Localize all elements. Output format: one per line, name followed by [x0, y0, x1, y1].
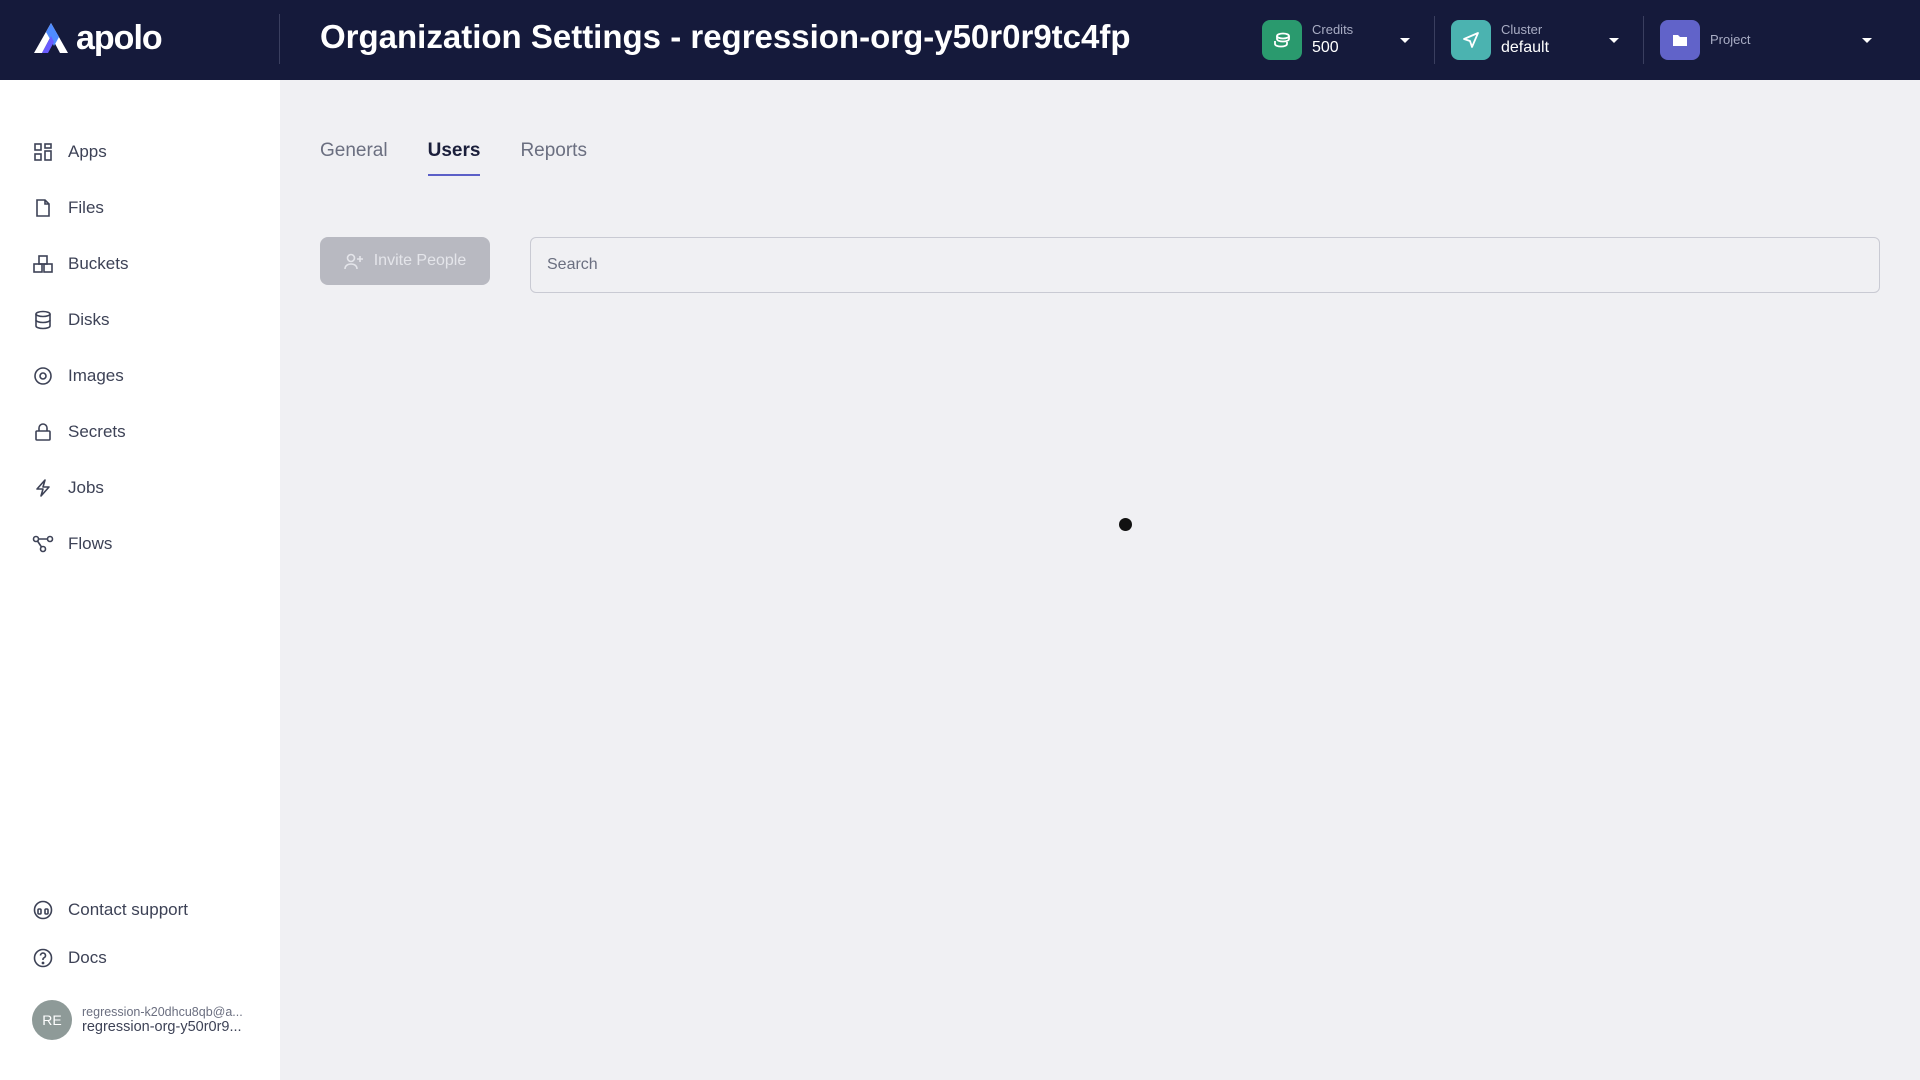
sidebar-item-flows[interactable]: Flows	[32, 528, 112, 560]
sidebar-item-secrets[interactable]: Secrets	[32, 416, 126, 448]
apolo-logo[interactable]: apolo	[32, 18, 163, 58]
chevron-down-icon	[1400, 38, 1410, 43]
avatar: RE	[32, 1000, 72, 1040]
apolo-logo-icon	[34, 23, 68, 53]
sidebar-item-images[interactable]: Images	[32, 360, 124, 392]
lightning-icon	[32, 477, 54, 499]
tab-users[interactable]: Users	[427, 140, 480, 176]
project-label: Project	[1710, 32, 1751, 47]
sidebar-item-files[interactable]: Files	[32, 192, 104, 224]
sidebar-item-label: Secrets	[68, 422, 126, 441]
contact-support-label: Contact support	[68, 900, 189, 919]
sidebar-item-label: Flows	[68, 534, 113, 553]
headset-icon	[32, 899, 54, 921]
add-user-icon	[343, 253, 363, 270]
cluster-label: Cluster	[1501, 22, 1543, 37]
header-divider	[1643, 16, 1644, 64]
invite-people-label: Invite People	[373, 252, 467, 269]
flow-icon	[32, 533, 54, 555]
sidebar-item-label: Jobs	[68, 478, 104, 497]
sidebar-item-label: Disks	[68, 310, 110, 329]
credits-value: 500	[1312, 39, 1339, 56]
sidebar-item-apps[interactable]: Apps	[32, 136, 107, 168]
sidebar-item-disks[interactable]: Disks	[32, 304, 110, 336]
chevron-down-icon	[1862, 38, 1872, 43]
header-divider	[279, 14, 280, 64]
sidebar: Apps Files Buckets Disks Images Secrets …	[0, 80, 280, 1080]
chevron-down-icon	[1609, 38, 1619, 43]
lock-icon	[32, 421, 54, 443]
buckets-icon	[32, 253, 54, 275]
help-circle-icon	[32, 947, 54, 969]
sidebar-item-label: Files	[68, 198, 104, 217]
apps-grid-icon	[32, 141, 54, 163]
tab-reports[interactable]: Reports	[520, 140, 587, 176]
cluster-value: default	[1501, 39, 1550, 56]
docs-link[interactable]: Docs	[32, 942, 107, 974]
page-title: Organization Settings - regression-org-y…	[320, 18, 1131, 55]
header-divider	[1434, 16, 1435, 64]
docs-label: Docs	[68, 948, 107, 967]
folder-icon	[1660, 20, 1700, 60]
invite-people-button[interactable]: Invite People	[320, 237, 490, 285]
sidebar-item-jobs[interactable]: Jobs	[32, 472, 104, 504]
sidebar-item-label: Apps	[68, 142, 107, 161]
settings-tabs: General Users Reports	[320, 140, 587, 176]
sidebar-item-label: Buckets	[68, 254, 129, 273]
cluster-selector[interactable]: Cluster default	[1451, 18, 1621, 62]
user-org: regression-org-y50r0r9...	[82, 1019, 242, 1035]
image-disc-icon	[32, 365, 54, 387]
credits-label: Credits	[1312, 22, 1354, 37]
user-account-menu[interactable]: RE regression-k20dhcu8qb@a... regression…	[32, 1000, 252, 1040]
contact-support-link[interactable]: Contact support	[32, 894, 188, 926]
project-selector[interactable]: Project	[1660, 18, 1874, 62]
sidebar-item-label: Images	[68, 366, 124, 385]
loading-spinner	[1119, 518, 1132, 531]
logo-text: apolo	[76, 18, 163, 57]
search-input[interactable]	[530, 237, 1880, 293]
coins-icon	[1262, 20, 1302, 60]
file-icon	[32, 197, 54, 219]
database-icon	[32, 309, 54, 331]
top-header: apolo Organization Settings - regression…	[0, 0, 1920, 80]
sidebar-item-buckets[interactable]: Buckets	[32, 248, 128, 280]
send-icon	[1451, 20, 1491, 60]
tab-general[interactable]: General	[320, 140, 388, 176]
user-email: regression-k20dhcu8qb@a...	[82, 1005, 243, 1019]
credits-selector[interactable]: Credits 500	[1262, 18, 1412, 62]
